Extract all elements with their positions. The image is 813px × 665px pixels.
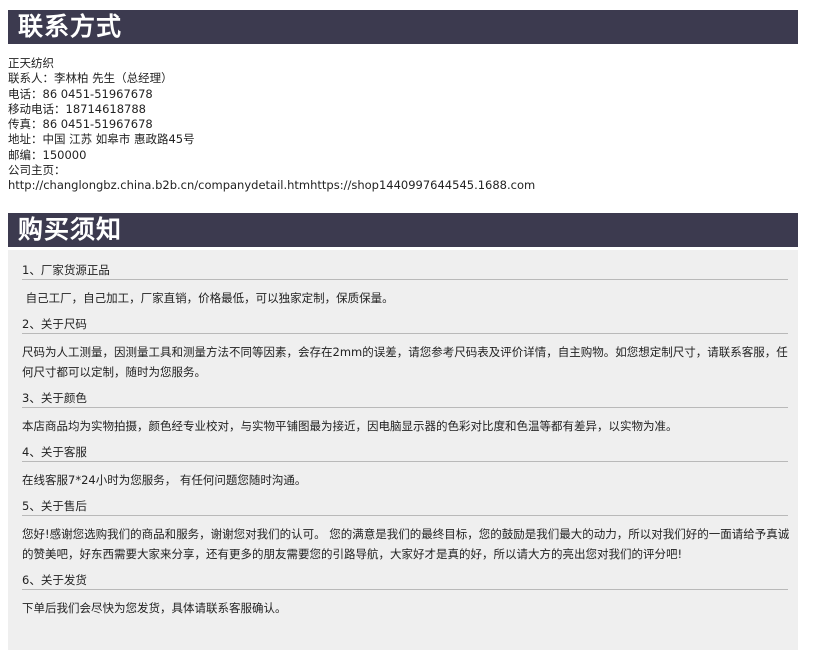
notice-item: 3、关于颜色 本店商品均为实物拍摄，颜色经专业校对，与实物平铺图最为接近，因电脑… — [22, 390, 788, 436]
notice-title: 6、关于发货 — [22, 572, 788, 590]
homepage-link[interactable]: http://changlongbz.china.b2b.cn/companyd… — [8, 178, 788, 193]
notice-body: 尺码为人工测量，因测量工具和测量方法不同等因素，会存在2mm的误差，请您参考尺码… — [22, 345, 788, 379]
contact-info: 正天纺织 联系人：李林柏 先生（总经理） 电话：86 0451-51967678… — [8, 56, 788, 194]
fax: 传真：86 0451-51967678 — [8, 117, 153, 132]
notice-title: 1、厂家货源正品 — [22, 262, 788, 280]
notice-item: 1、厂家货源正品 自己工厂，自己加工，厂家直销，价格最低，可以独家定制，保质保量… — [22, 262, 788, 308]
notice-title: 2、关于尺码 — [22, 316, 788, 334]
company-name: 正天纺织 — [8, 56, 54, 70]
purchase-section-header: 购买须知 — [8, 213, 798, 247]
notice-item: 5、关于售后 您好!感谢您选购我们的商品和服务，谢谢您对我们的认可。 您的满意是… — [22, 498, 789, 564]
postal-code: 邮编：150000 — [8, 147, 87, 162]
notice-body: 您好!感谢您选购我们的商品和服务，谢谢您对我们的认可。 您的满意是我们的最终目标… — [22, 527, 790, 561]
purchase-notice-panel: 1、厂家货源正品 自己工厂，自己加工，厂家直销，价格最低，可以独家定制，保质保量… — [8, 250, 798, 650]
notice-title: 4、关于客服 — [22, 444, 788, 462]
contact-section-header: 联系方式 — [8, 10, 798, 44]
notice-title: 3、关于颜色 — [22, 390, 788, 408]
mobile-phone: 移动电话：18714618788 — [8, 101, 146, 116]
notice-title: 5、关于售后 — [22, 498, 788, 516]
contact-person: 联系人：李林柏 先生（总经理） — [8, 71, 173, 86]
notice-body: 本店商品均为实物拍摄，颜色经专业校对，与实物平铺图最为接近，因电脑显示器的色彩对… — [22, 419, 678, 433]
notice-body: 下单后我们会尽快为您发货，具体请联系客服确认。 — [22, 601, 287, 615]
homepage-label: 公司主页： — [8, 163, 66, 178]
notice-body: 自己工厂，自己加工，厂家直销，价格最低，可以独家定制，保质保量。 — [22, 291, 394, 305]
phone: 电话：86 0451-51967678 — [8, 86, 153, 101]
notice-body: 在线客服7*24小时为您服务， 有任何问题您随时沟通。 — [22, 473, 307, 487]
notice-item: 6、关于发货 下单后我们会尽快为您发货，具体请联系客服确认。 — [22, 572, 788, 618]
notice-item: 4、关于客服 在线客服7*24小时为您服务， 有任何问题您随时沟通。 — [22, 444, 788, 490]
notice-item: 2、关于尺码 尺码为人工测量，因测量工具和测量方法不同等因素，会存在2mm的误差… — [22, 316, 788, 382]
address: 地址：中国 江苏 如皋市 惠政路45号 — [8, 132, 195, 147]
